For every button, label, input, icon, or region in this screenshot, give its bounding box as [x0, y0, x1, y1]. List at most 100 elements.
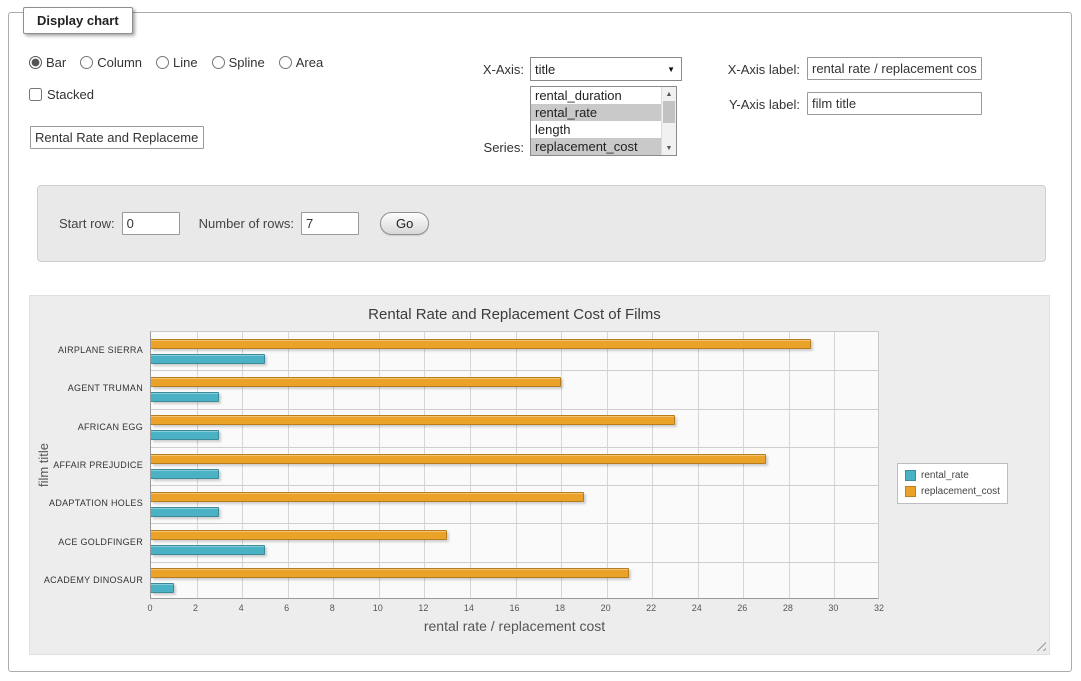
- series-option-length[interactable]: length: [531, 121, 661, 138]
- chart-type-radio-column[interactable]: [80, 56, 93, 69]
- category-label: AFFAIR PREJUDICE: [30, 460, 143, 470]
- bar-replacement_cost: [151, 492, 584, 502]
- chart-type-option-spline[interactable]: Spline: [212, 55, 265, 70]
- category-label: ACE GOLDFINGER: [30, 537, 143, 547]
- num-rows-input[interactable]: [301, 212, 359, 235]
- legend-label: rental_rate: [921, 470, 969, 481]
- x-tick-label: 22: [646, 603, 656, 613]
- chart-type-label-line: Line: [173, 55, 198, 70]
- bar-rental_rate: [151, 545, 265, 555]
- legend-label: replacement_cost: [921, 486, 1000, 497]
- bar-replacement_cost: [151, 377, 561, 387]
- gridline-vertical: [698, 332, 699, 598]
- chart-type-option-area[interactable]: Area: [279, 55, 323, 70]
- chart-x-axis-title: rental rate / replacement cost: [150, 618, 879, 634]
- x-tick-label: 4: [239, 603, 244, 613]
- category-label: AIRPLANE SIERRA: [30, 345, 143, 355]
- gridline-vertical: [652, 332, 653, 598]
- x-tick-label: 10: [373, 603, 383, 613]
- gridline-horizontal: [151, 523, 878, 524]
- category-label: ADAPTATION HOLES: [30, 498, 143, 508]
- legend-swatch-icon: [905, 470, 916, 481]
- x-tick-label: 16: [509, 603, 519, 613]
- start-row-input[interactable]: [122, 212, 180, 235]
- gridline-vertical: [333, 332, 334, 598]
- chart-type-radio-area[interactable]: [279, 56, 292, 69]
- row-range-panel: Start row: Number of rows: Go: [37, 185, 1046, 262]
- chart-type-label-column: Column: [97, 55, 142, 70]
- bar-replacement_cost: [151, 530, 447, 540]
- stacked-checkbox[interactable]: [29, 88, 42, 101]
- gridline-vertical: [607, 332, 608, 598]
- chart-title-input[interactable]: [30, 126, 204, 149]
- category-label: ACADEMY DINOSAUR: [30, 575, 143, 585]
- series-option-replacement_cost[interactable]: replacement_cost: [531, 138, 661, 155]
- series-option-list: rental_durationrental_ratelengthreplacem…: [531, 87, 661, 155]
- series-caption: Series:: [374, 140, 524, 155]
- bar-replacement_cost: [151, 415, 675, 425]
- series-option-rental_rate[interactable]: rental_rate: [531, 104, 661, 121]
- x-tick-label: 24: [692, 603, 702, 613]
- x-tick-label: 8: [330, 603, 335, 613]
- plot-area: [150, 331, 879, 599]
- gridline-vertical: [242, 332, 243, 598]
- bar-replacement_cost: [151, 339, 811, 349]
- y-axis-label-caption: Y-Axis label:: [650, 97, 800, 112]
- chart-type-radio-bar[interactable]: [29, 56, 42, 69]
- gridline-vertical: [561, 332, 562, 598]
- x-tick-label: 32: [874, 603, 884, 613]
- chart-type-label-area: Area: [296, 55, 323, 70]
- chart-type-option-column[interactable]: Column: [80, 55, 142, 70]
- chart-type-option-line[interactable]: Line: [156, 55, 198, 70]
- bar-replacement_cost: [151, 454, 766, 464]
- fieldset-legend: Display chart: [23, 7, 133, 34]
- display-chart-fieldset: Display chart Bar Column Line Spline Are…: [8, 12, 1072, 672]
- gridline-vertical: [470, 332, 471, 598]
- go-button[interactable]: Go: [380, 212, 429, 235]
- scroll-down-icon[interactable]: ▼: [662, 141, 676, 155]
- bar-rental_rate: [151, 583, 174, 593]
- chart-legend: rental_rate replacement_cost: [897, 463, 1008, 504]
- x-tick-label: 26: [737, 603, 747, 613]
- category-label: AGENT TRUMAN: [30, 383, 143, 393]
- legend-item-replacement_cost: replacement_cost: [905, 486, 1000, 497]
- start-row-caption: Start row:: [59, 216, 115, 231]
- chart-type-option-bar[interactable]: Bar: [29, 55, 66, 70]
- gridline-horizontal: [151, 447, 878, 448]
- stacked-checkbox-row[interactable]: Stacked: [29, 87, 94, 102]
- x-tick-label: 2: [193, 603, 198, 613]
- gridline-horizontal: [151, 409, 878, 410]
- gridline-vertical: [834, 332, 835, 598]
- chart-resize-handle[interactable]: [1033, 638, 1046, 651]
- chart-type-label-spline: Spline: [229, 55, 265, 70]
- legend-item-rental_rate: rental_rate: [905, 470, 1000, 481]
- chart-type-group: Bar Column Line Spline Area: [29, 55, 323, 70]
- bar-rental_rate: [151, 469, 219, 479]
- gridline-vertical: [197, 332, 198, 598]
- stacked-label: Stacked: [47, 87, 94, 102]
- gridline-vertical: [789, 332, 790, 598]
- chart-type-label-bar: Bar: [46, 55, 66, 70]
- legend-swatch-icon: [905, 486, 916, 497]
- bar-rental_rate: [151, 507, 219, 517]
- num-rows-caption: Number of rows:: [199, 216, 294, 231]
- x-tick-label: 18: [555, 603, 565, 613]
- x-axis-caption: X-Axis:: [374, 62, 524, 77]
- bar-rental_rate: [151, 392, 219, 402]
- x-tick-label: 14: [464, 603, 474, 613]
- gridline-vertical: [379, 332, 380, 598]
- bar-replacement_cost: [151, 568, 629, 578]
- chart-type-radio-line[interactable]: [156, 56, 169, 69]
- gridline-vertical: [516, 332, 517, 598]
- series-option-rental_duration[interactable]: rental_duration: [531, 87, 661, 104]
- x-tick-label: 30: [828, 603, 838, 613]
- y-axis-label-input[interactable]: [807, 92, 982, 115]
- chart-type-radio-spline[interactable]: [212, 56, 225, 69]
- x-axis-label-input[interactable]: [807, 57, 982, 80]
- x-tick-label: 20: [601, 603, 611, 613]
- gridline-vertical: [288, 332, 289, 598]
- chart-title: Rental Rate and Replacement Cost of Film…: [150, 306, 879, 323]
- bar-rental_rate: [151, 354, 265, 364]
- gridline-vertical: [424, 332, 425, 598]
- x-tick-label: 6: [284, 603, 289, 613]
